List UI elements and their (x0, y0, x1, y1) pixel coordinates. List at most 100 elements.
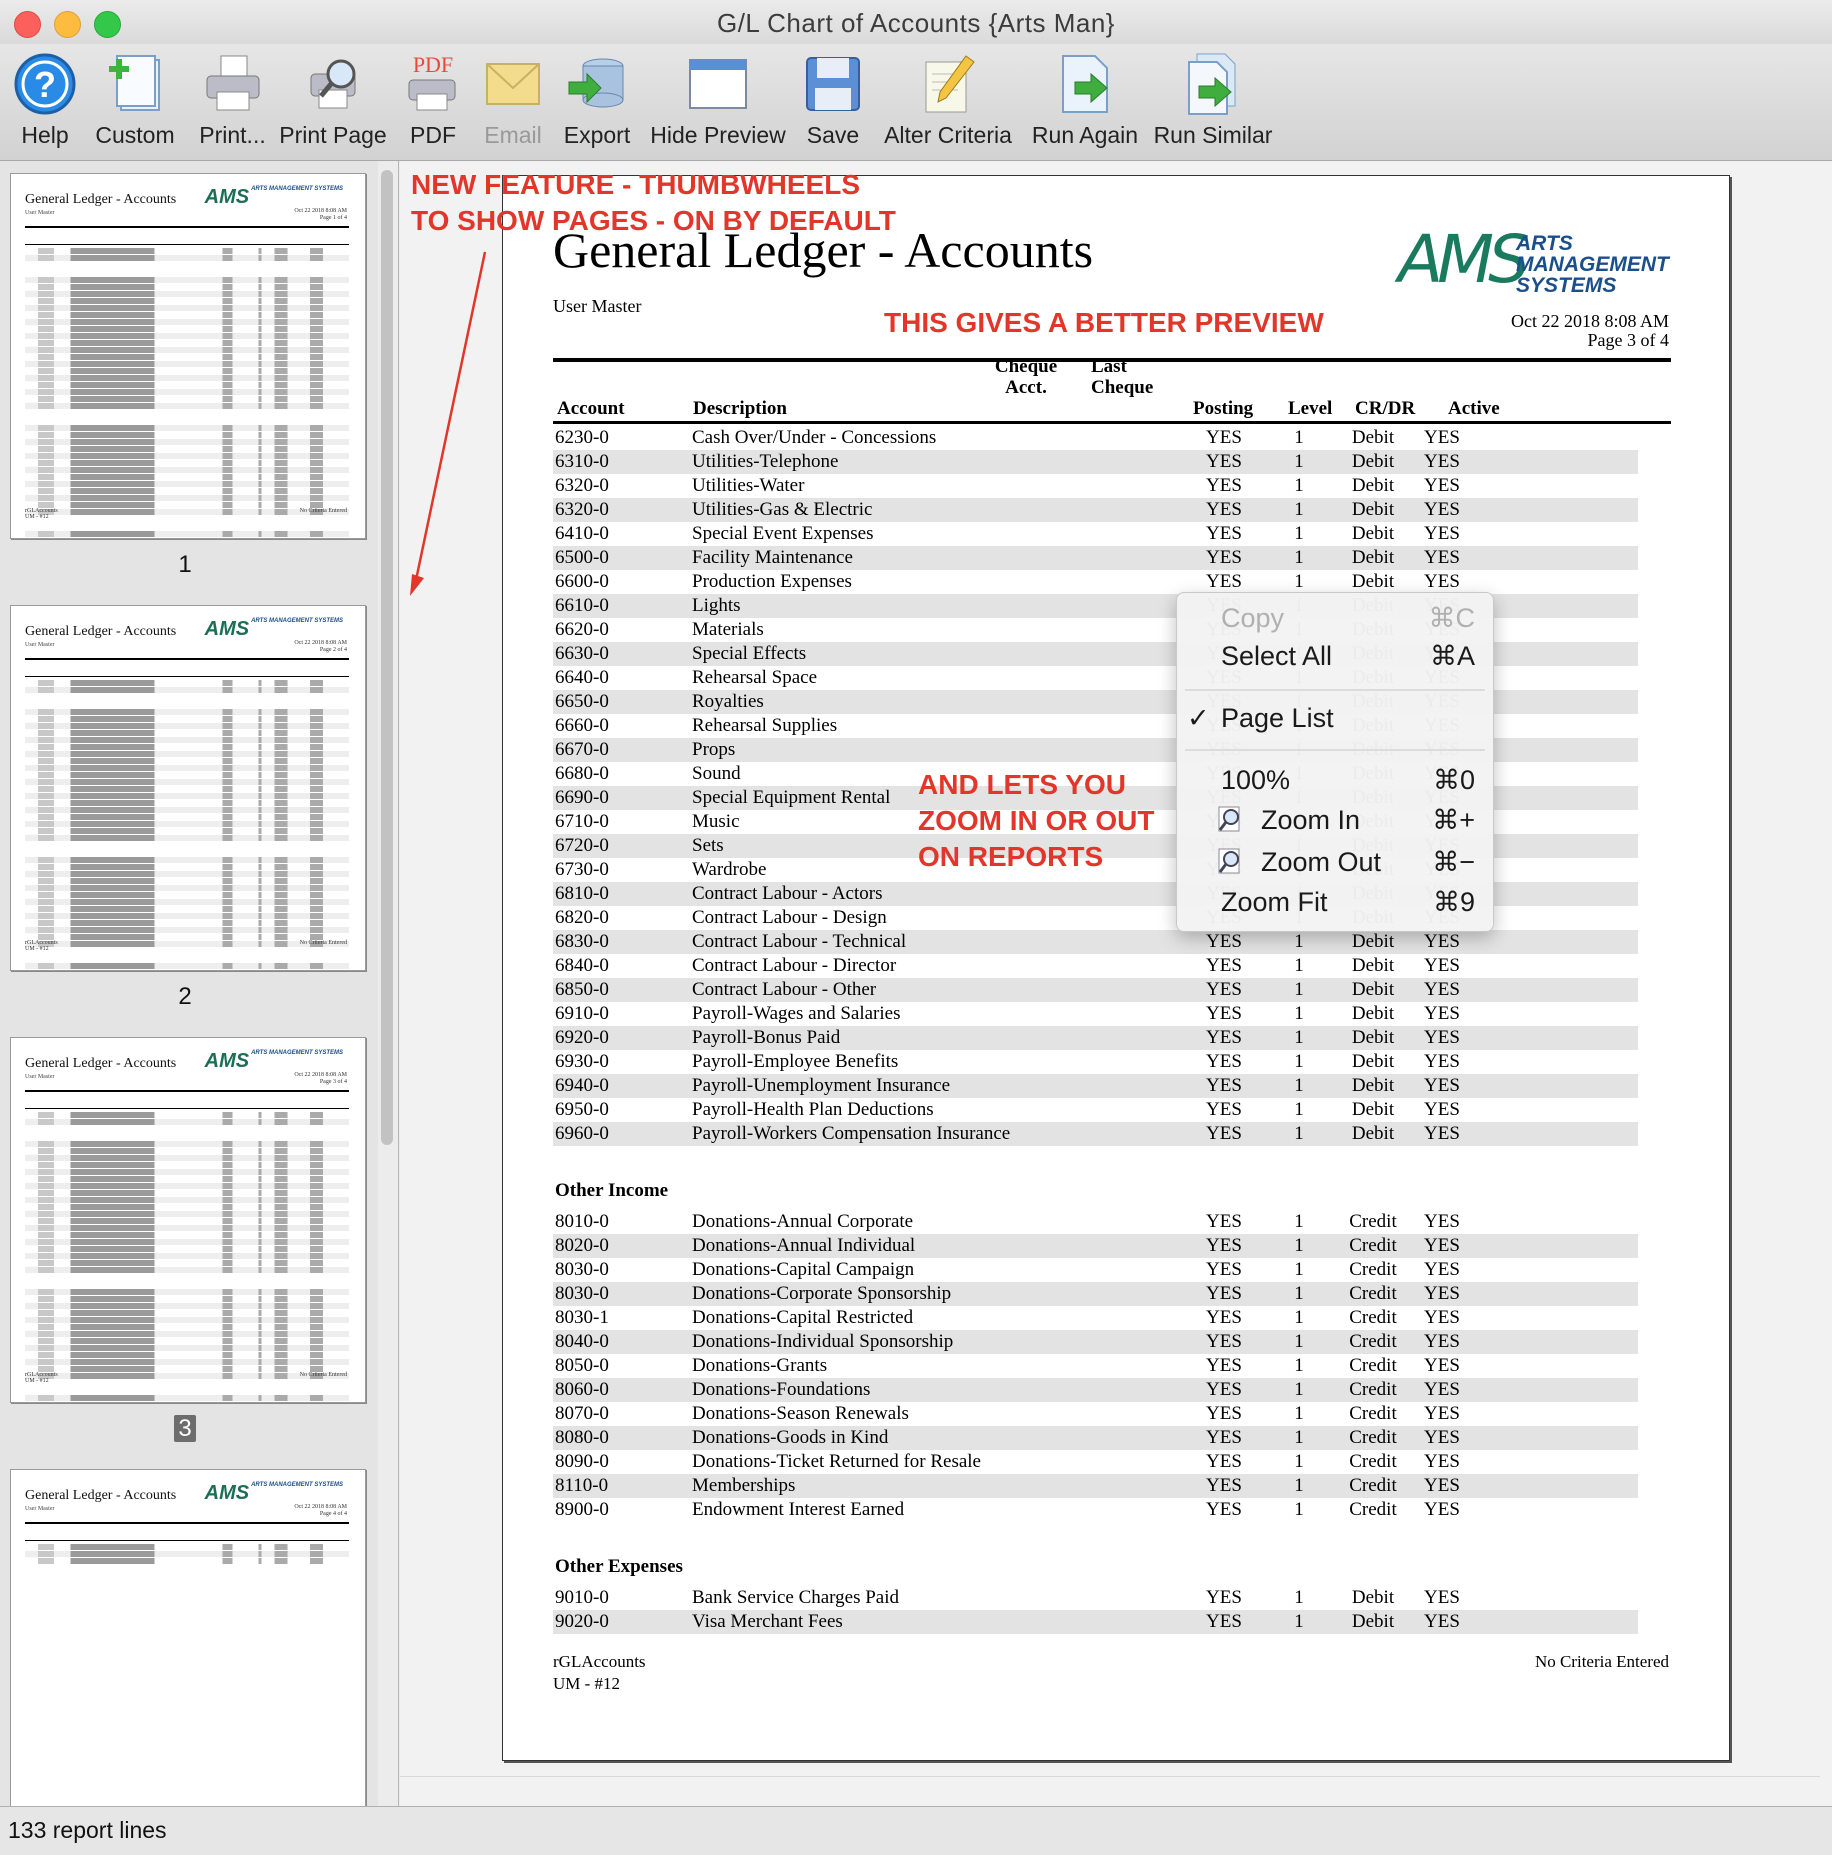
alter-criteria-button[interactable]: Alter Criteria (878, 52, 1018, 149)
col-level: Level (1288, 398, 1333, 419)
cell-posting: YES (1206, 955, 1242, 976)
cell-description: Donations-Corporate Sponsorship (692, 1283, 952, 1304)
cell-account: 6680-0 (555, 763, 609, 784)
table-row: 6910-0 Payroll-Wages and Salaries YES 1 Debi… (553, 1002, 1671, 1026)
cell-account: 6710-0 (555, 811, 609, 832)
cell-posting: YES (1206, 1099, 1242, 1120)
cell-account: 8080-0 (555, 1427, 609, 1448)
cell-description: Donations-Goods in Kind (692, 1427, 889, 1448)
menu-page-list[interactable]: ✓ Page List (1177, 699, 1493, 737)
print-button[interactable]: Print... (190, 52, 275, 149)
email-button[interactable]: Email (478, 52, 548, 149)
alter-criteria-icon (916, 52, 980, 116)
cell-level: 1 (1294, 1027, 1304, 1048)
cell-posting: YES (1206, 547, 1242, 568)
cell-posting: YES (1206, 979, 1242, 1000)
section-heading: Other Expenses (555, 1556, 683, 1577)
cell-crdr: Credit (1349, 1307, 1397, 1328)
menu-zoom-in[interactable]: Zoom In ⌘+ (1177, 801, 1493, 839)
cell-posting: YES (1206, 1283, 1242, 1304)
cell-crdr: Credit (1349, 1211, 1397, 1232)
thumbnail-footer-right: No Criteria Entered (299, 508, 347, 514)
run-again-button[interactable]: Run Again (1030, 52, 1140, 149)
toolbar: ? Help Custom Print... Print Page PDF PD… (0, 44, 1832, 161)
cell-account: 6310-0 (555, 451, 609, 472)
cell-crdr: Credit (1349, 1331, 1397, 1352)
cell-level: 1 (1294, 1235, 1304, 1256)
table-row: 8080-0 Donations-Goods in Kind YES 1 Credit Y… (553, 1426, 1671, 1450)
page-number-label[interactable]: 2 (0, 983, 370, 1011)
printer-icon (201, 52, 265, 116)
help-button[interactable]: ? Help (10, 52, 80, 149)
thumbnail-lines (25, 680, 349, 970)
hide-preview-button[interactable]: Hide Preview (646, 52, 790, 149)
cell-posting: YES (1206, 427, 1242, 448)
cell-level: 1 (1294, 1499, 1304, 1520)
pdf-button[interactable]: PDF PDF (400, 52, 466, 149)
run-similar-button[interactable]: Run Similar (1152, 52, 1274, 149)
table-row: 6820-0Contract Labour - DesignYES1DebitY… (553, 906, 1671, 930)
cell-active: YES (1424, 979, 1460, 1000)
page-number-label[interactable]: 1 (0, 551, 370, 579)
cell-posting: YES (1206, 1307, 1242, 1328)
menu-copy[interactable]: Copy ⌘C (1177, 599, 1493, 637)
thumbnail-logo: AMS ARTS MANAGEMENT SYSTEMS (204, 618, 343, 640)
thumbnail-subtitle: User Master (25, 1506, 55, 1512)
menu-zoom-fit[interactable]: Zoom Fit ⌘9 (1177, 883, 1493, 921)
table-row: 6640-0Rehearsal SpaceYES1DebitYES (553, 666, 1671, 690)
cell-account: 6820-0 (555, 907, 609, 928)
thumbnail-subtitle: User Master (25, 642, 55, 648)
thumbnail-lines (25, 1544, 349, 1565)
custom-button[interactable]: Custom (90, 52, 180, 149)
thumbnail-lines (25, 1112, 349, 1402)
cell-crdr: Debit (1351, 523, 1395, 544)
thumbnail-footer-right: No Criteria Entered (299, 940, 347, 946)
cell-level: 1 (1294, 1587, 1304, 1608)
thumbnail-rule (25, 676, 349, 677)
svg-text:?: ? (34, 64, 56, 105)
menu-select-all[interactable]: Select All ⌘A (1177, 637, 1493, 675)
cell-active: YES (1424, 1427, 1460, 1448)
thumbnail-rule (25, 658, 349, 660)
table-row: 6410-0 Special Event Expenses YES 1 Debit YES (553, 522, 1671, 546)
thumbnail-scrollbar[interactable] (381, 170, 393, 1145)
cell-crdr: Debit (1351, 475, 1395, 496)
cell-account: 6960-0 (555, 1123, 609, 1144)
page-thumbnail-list[interactable]: General Ledger - Accounts User Master AMS A… (0, 161, 378, 1806)
pane-divider[interactable] (398, 161, 399, 1806)
cell-level: 1 (1294, 1475, 1304, 1496)
report-page-number: Page 3 of 4 (1587, 330, 1669, 350)
export-button[interactable]: Export (560, 52, 634, 149)
report-preview[interactable]: General Ledger - Accounts User Master AM… (400, 161, 1832, 1806)
menu-zoom-out[interactable]: Zoom Out ⌘− (1177, 843, 1493, 881)
cell-account: 6850-0 (555, 979, 609, 1000)
print-page-icon (301, 52, 365, 116)
page-thumbnail[interactable]: General Ledger - Accounts User Master AMS A… (10, 173, 366, 539)
save-button[interactable]: Save (800, 52, 866, 149)
menu-zoom-100[interactable]: 100% ⌘0 (1177, 761, 1493, 799)
page-thumbnail[interactable]: General Ledger - Accounts User Master AMS A… (10, 605, 366, 971)
annotation-thumbwheels: NEW FEATURE - THUMBWHEELS TO SHOW PAGES … (411, 169, 896, 236)
cell-active: YES (1424, 451, 1460, 472)
cell-description: Endowment Interest Earned (692, 1499, 905, 1520)
cell-level: 1 (1294, 1331, 1304, 1352)
print-page-button[interactable]: Print Page (278, 52, 388, 149)
cell-account: 6660-0 (555, 715, 609, 736)
cell-description: Special Event Expenses (692, 523, 874, 544)
cell-account: 6930-0 (555, 1051, 609, 1072)
cell-crdr: Debit (1351, 1123, 1395, 1144)
page-number-label[interactable]: 3 (0, 1415, 370, 1443)
thumbnail-date: Oct 22 2018 8:08 AM Page 2 of 4 (294, 640, 347, 653)
page-thumbnail[interactable]: General Ledger - Accounts User Master AMS A… (10, 1469, 366, 1806)
table-row: 6620-0MaterialsYES1DebitYES (553, 618, 1671, 642)
help-icon: ? (13, 52, 77, 116)
table-row: 8110-0 Memberships YES 1 Credit YES (553, 1474, 1671, 1498)
cell-description: Bank Service Charges Paid (692, 1587, 900, 1608)
page-thumbnail[interactable]: General Ledger - Accounts User Master AMS A… (10, 1037, 366, 1403)
cell-description: Payroll-Employee Benefits (692, 1051, 899, 1072)
annotation-zoom: AND LETS YOU ZOOM IN OR OUT ON REPORTS (918, 769, 1155, 872)
table-row: 8050-0 Donations-Grants YES 1 Credit YES (553, 1354, 1671, 1378)
table-row: 6930-0 Payroll-Employee Benefits YES 1 Debit… (553, 1050, 1671, 1074)
cell-account: 6810-0 (555, 883, 609, 904)
